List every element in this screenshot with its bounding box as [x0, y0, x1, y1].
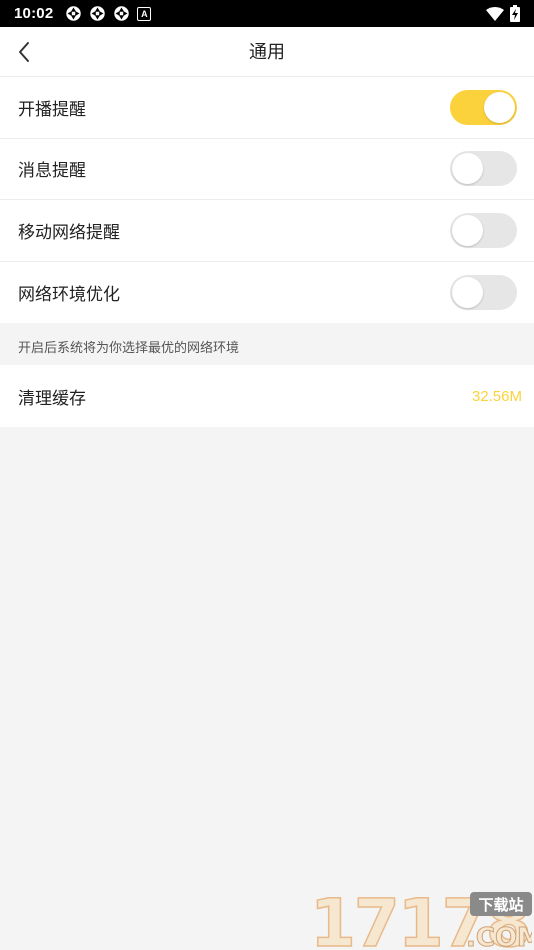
battery-charging-icon [510, 5, 520, 22]
setting-row-message-reminder: 消息提醒 [0, 139, 534, 200]
status-time: 10:02 [14, 5, 54, 22]
toggle-knob [484, 91, 515, 123]
wifi-icon [486, 6, 504, 21]
network-optimization-toggle[interactable] [450, 274, 517, 310]
setting-label: 消息提醒 [18, 161, 86, 181]
chevron-left-icon [19, 42, 29, 62]
message-reminder-toggle[interactable] [450, 151, 517, 187]
setting-row-network-optimization: 网络环境优化 [0, 262, 534, 324]
back-button[interactable] [10, 37, 38, 67]
svg-text:.COM: .COM [466, 923, 532, 950]
settings-list: 开播提醒 消息提醒 移动网络提醒 网络环境优化 [0, 77, 534, 323]
setting-row-mobile-network-reminder: 移动网络提醒 [0, 200, 534, 262]
toggle-knob [452, 214, 483, 246]
aperture-icon [66, 6, 82, 21]
svg-text:下载站: 下载站 [478, 896, 523, 914]
aperture-icon [90, 6, 106, 21]
setting-label: 网络环境优化 [18, 284, 120, 304]
watermark-logo: 17178 下载站 .COM [309, 888, 532, 950]
page-title: 通用 [249, 42, 285, 62]
mobile-network-reminder-toggle[interactable] [450, 212, 517, 248]
clear-cache-label: 清理缓存 [18, 388, 86, 408]
notification-icons: A [65, 5, 152, 22]
system-icons [486, 5, 520, 22]
network-optimization-hint: 开启后系统将为你选择最优的网络环境 [18, 340, 240, 355]
clear-cache-row[interactable]: 清理缓存 32.56M [0, 365, 534, 427]
live-reminder-toggle[interactable] [450, 89, 517, 125]
setting-label: 开播提醒 [18, 99, 86, 119]
setting-row-live-reminder: 开播提醒 [0, 77, 534, 139]
toggle-knob [452, 153, 483, 185]
status-bar: 10:02 A [0, 0, 534, 27]
setting-label: 移动网络提醒 [18, 222, 120, 242]
a-badge-icon: A [137, 6, 152, 21]
toggle-knob [452, 276, 483, 308]
title-bar: 通用 [0, 27, 534, 77]
cache-size-value: 32.56M [471, 387, 522, 405]
aperture-icon [114, 6, 130, 21]
